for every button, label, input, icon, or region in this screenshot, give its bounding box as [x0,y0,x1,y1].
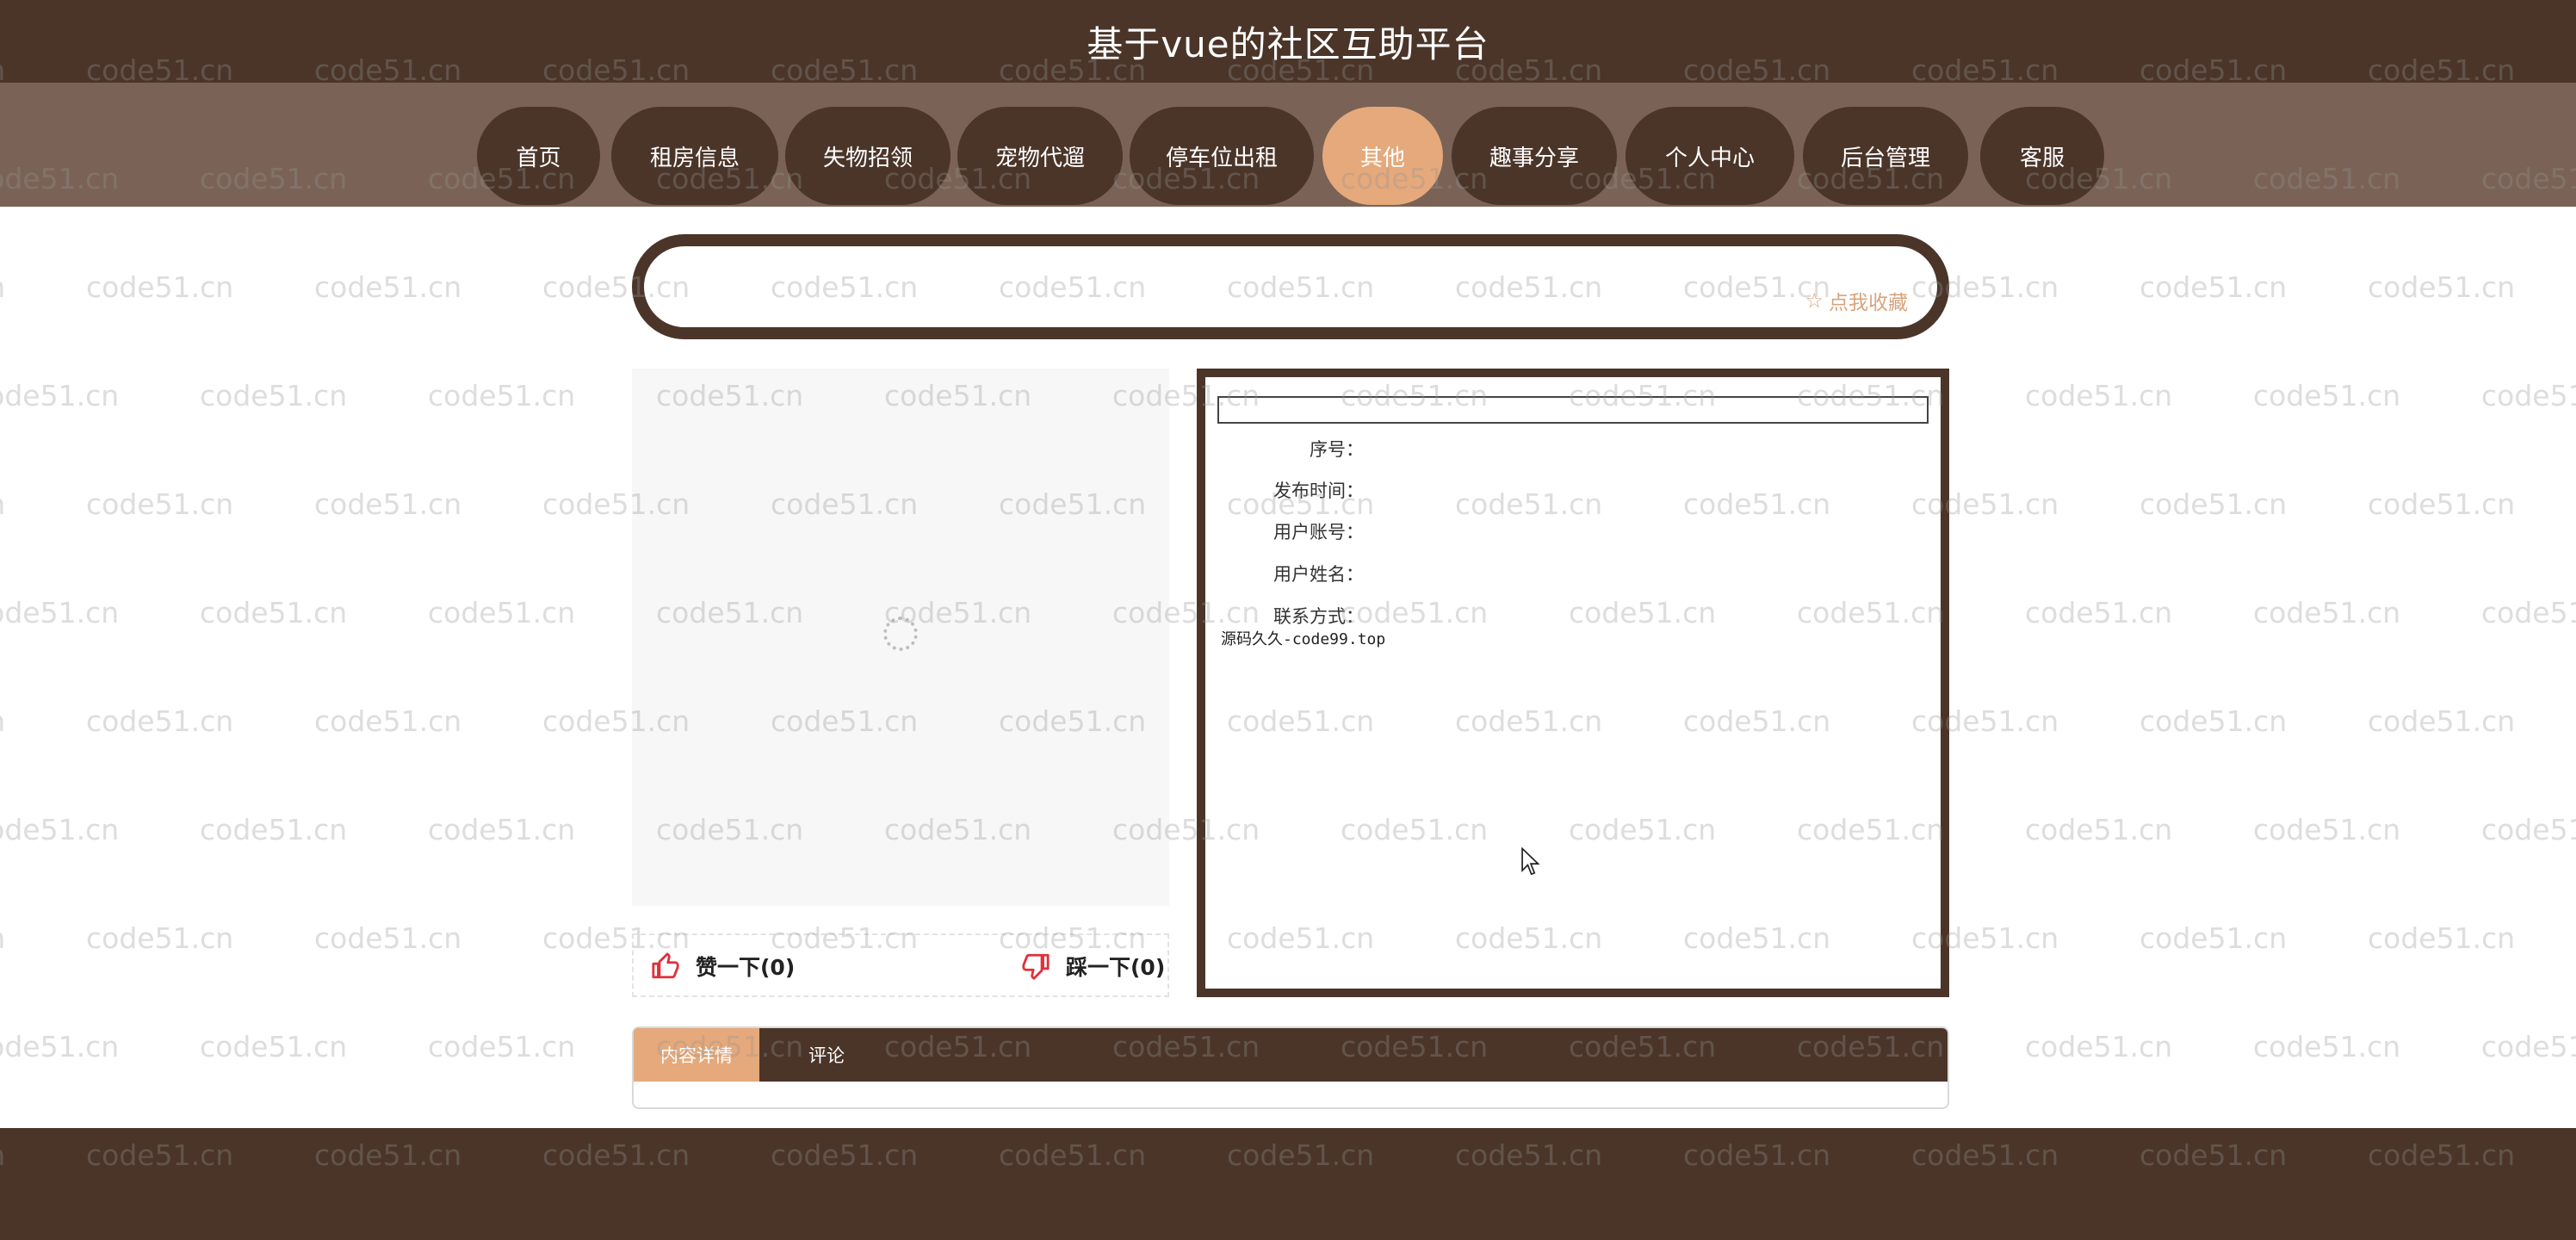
mouse-cursor-icon [1521,847,1540,876]
watermark-text: code51.cn [2368,487,2516,521]
watermark-text: code51.cn [2481,596,2576,629]
nav-item-service[interactable]: 客服 [1980,107,2104,205]
nav-item-pet-walking[interactable]: 宠物代遛 [957,107,1123,205]
watermark-text: code51.cn [0,270,5,304]
nav-item-admin[interactable]: 后台管理 [1803,107,1968,205]
nav-item-fun-share[interactable]: 趣事分享 [1452,107,1617,205]
watermark-text: code51.cn [2025,596,2173,629]
thumbs-up-icon [652,952,679,979]
watermark-text: code51.cn [2253,596,2401,629]
watermark-text: code51.cn [0,704,5,738]
watermark-text: code51.cn [86,704,234,738]
detail-info-panel: 序号： 发布时间： 用户账号： 用户姓名： 联系方式： 源码久久-code99.… [1197,369,1949,997]
page-footer [0,1128,2576,1240]
watermark-text: code51.cn [314,921,462,955]
watermark-text: code51.cn [2025,379,2173,412]
watermark-text: code51.cn [200,379,348,412]
favorite-label: 点我收藏 [1829,292,1908,314]
nav-item-profile[interactable]: 个人中心 [1625,107,1794,205]
watermark-text: code51.cn [86,270,234,304]
tab-content-details[interactable]: 内容详情 [634,1028,759,1082]
watermark-text: code51.cn [2025,813,2173,846]
field-label-contact: 联系方式： [1273,606,1364,627]
watermark-text: code51.cn [86,921,234,955]
watermark-text: code51.cn [314,487,462,521]
watermark-text: code51.cn [2139,270,2288,304]
main-nav: 首页 租房信息 失物招领 宠物代遛 停车位出租 其他 趣事分享 个人中心 后台管… [0,83,2576,207]
field-label-id: 序号： [1310,439,1364,460]
dislike-button[interactable]: 踩一下(0) [1021,951,1165,982]
nav-item-home[interactable]: 首页 [477,107,600,205]
vote-bar: 赞一下(0) 踩一下(0) [632,933,1169,997]
watermark-text: code51.cn [2139,921,2288,955]
dislike-label: 踩一下(0) [1066,955,1166,980]
watermark-text: code51.cn [2253,379,2401,412]
watermark-text: code51.cn [2253,1030,2401,1063]
field-label-user-name: 用户姓名： [1273,564,1364,585]
loading-spinner-icon [883,617,918,651]
watermark-text: code51.cn [2368,921,2516,955]
site-header: 基于vue的社区互助平台 [0,0,2576,83]
nav-item-other[interactable]: 其他 [1322,107,1443,205]
watermark-text: code51.cn [0,813,120,846]
watermark-text: code51.cn [2139,487,2288,521]
site-title: 基于vue的社区互助平台 [1087,22,1489,65]
like-label: 赞一下(0) [696,955,796,980]
watermark-text: code51.cn [428,379,576,412]
watermark-text: code51.cn [200,1030,348,1063]
watermark-text: code51.cn [314,270,462,304]
thumbs-down-icon [1022,953,1050,980]
tab-comments[interactable]: 评论 [759,1028,894,1082]
detail-title-field [1217,396,1929,424]
watermark-text: code51.cn [2139,704,2288,738]
star-icon: ☆ [1805,288,1824,313]
image-carousel [632,369,1169,906]
watermark-text: code51.cn [0,379,120,412]
watermark-text: code51.cn [0,1030,120,1063]
watermark-text: code51.cn [2481,1030,2576,1063]
watermark-text: code51.cn [2481,813,2576,846]
watermark-text: code51.cn [0,596,120,629]
nav-item-rental[interactable]: 租房信息 [611,107,778,205]
nav-item-lost-found[interactable]: 失物招领 [785,107,951,205]
watermark-text: code51.cn [0,487,5,521]
watermark-text: code51.cn [86,487,234,521]
detail-title-bar: ☆ 点我收藏 [632,234,1949,339]
nav-item-parking[interactable]: 停车位出租 [1130,107,1314,205]
watermark-text: code51.cn [2253,813,2401,846]
like-button[interactable]: 赞一下(0) [651,951,795,982]
tabs-header: 内容详情 评论 [634,1028,1947,1082]
watermark-text: code51.cn [200,813,348,846]
watermark-text: code51.cn [2368,704,2516,738]
watermark-text: code51.cn [314,704,462,738]
watermark-text: code51.cn [200,596,348,629]
field-label-user-account: 用户账号： [1273,522,1364,542]
watermark-text: code51.cn [428,813,576,846]
watermark-text: code51.cn [428,596,576,629]
favorite-button[interactable]: ☆ 点我收藏 [1805,286,1908,315]
field-label-publish-time: 发布时间： [1273,480,1364,501]
watermark-text: code51.cn [2025,1030,2173,1063]
watermark-text: code51.cn [2368,270,2516,304]
source-watermark-text: 源码久久-code99.top [1221,630,1386,648]
content-tabs: 内容详情 评论 [632,1026,1949,1109]
watermark-text: code51.cn [428,1030,576,1063]
watermark-text: code51.cn [2481,379,2576,412]
watermark-text: code51.cn [0,921,5,955]
